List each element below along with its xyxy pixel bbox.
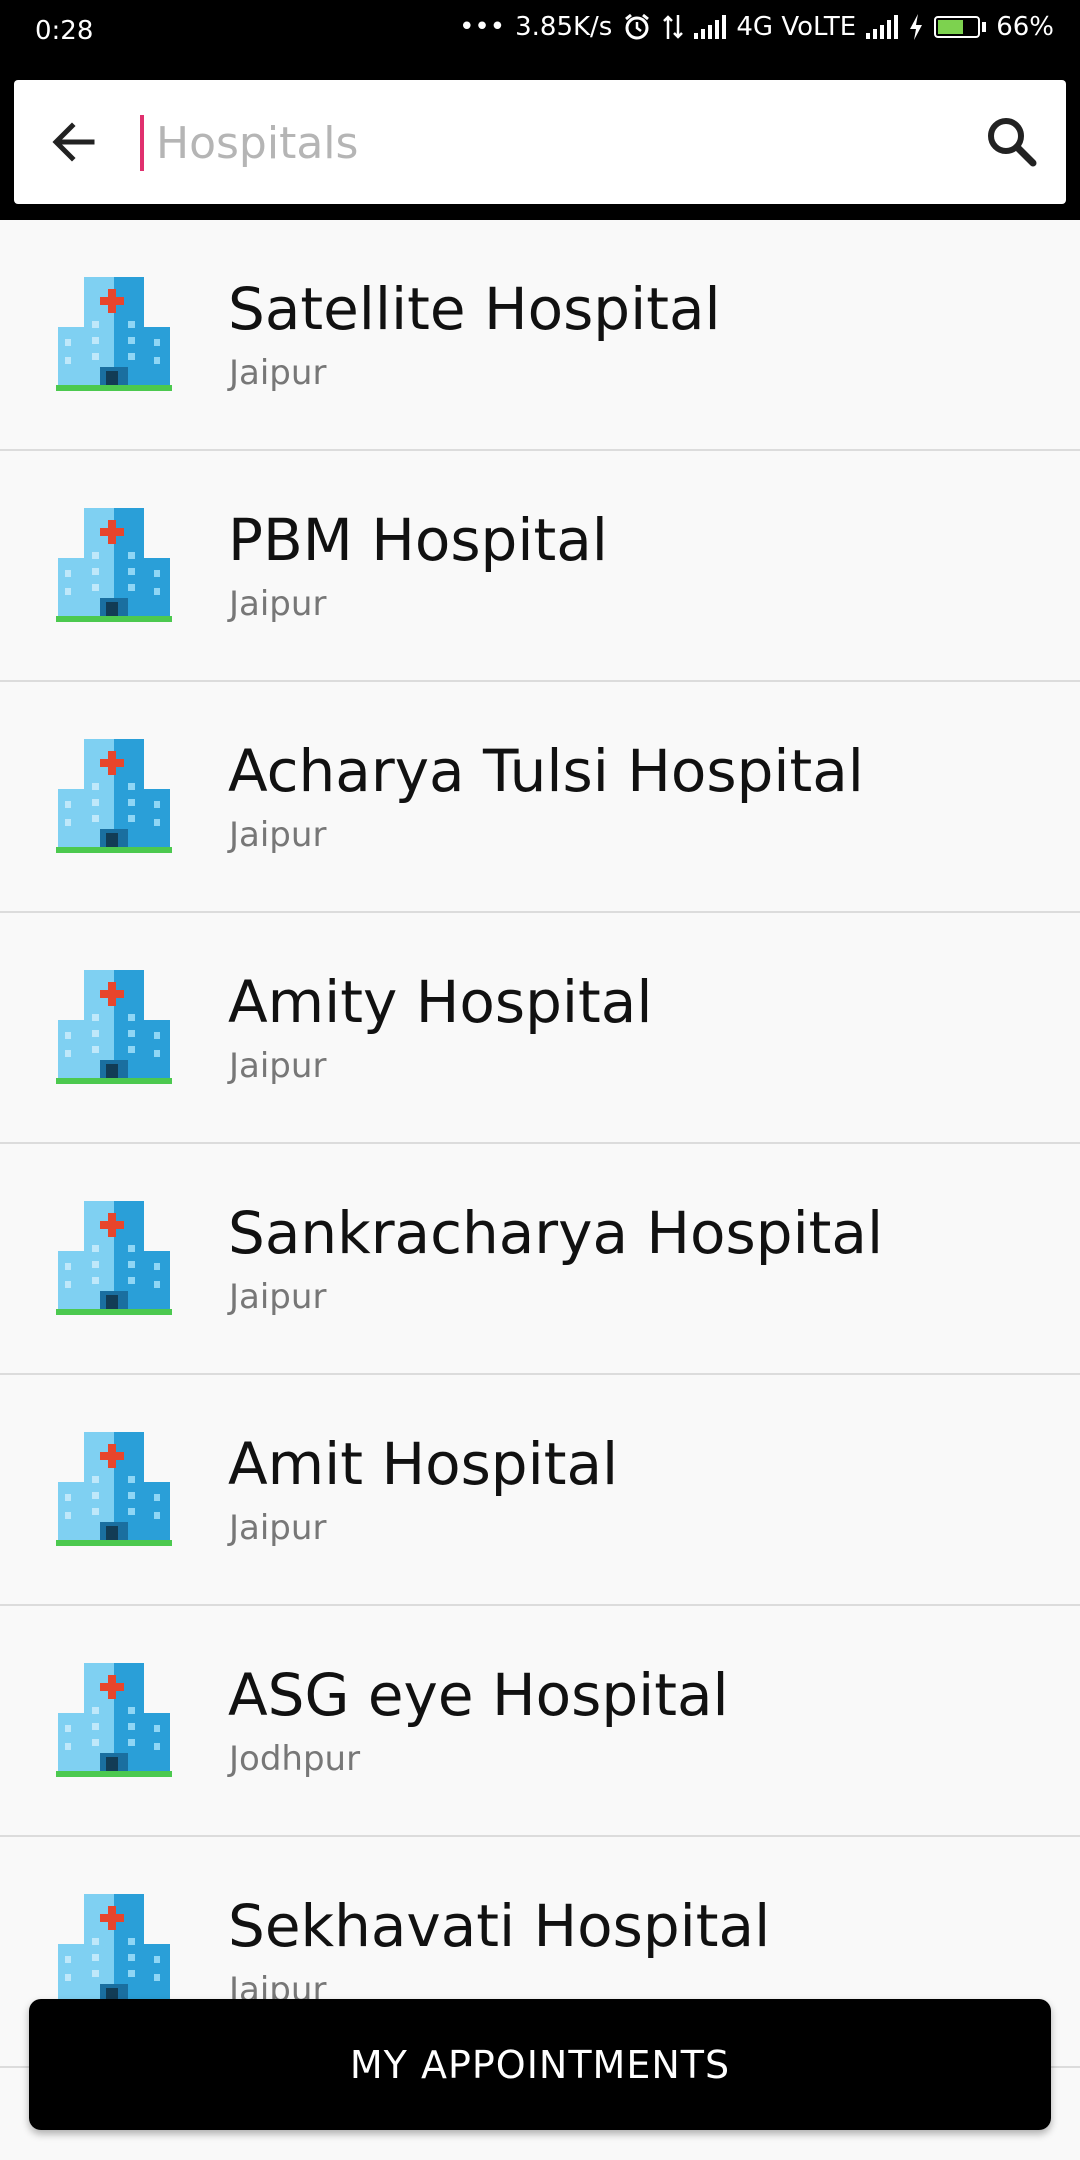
dots-icon: ••• <box>459 12 506 42</box>
hospital-city: Jodhpur <box>229 1739 361 1779</box>
hospital-name: Acharya Tulsi Hospital <box>228 737 864 805</box>
hospital-list-item[interactable]: PBM Hospital Jaipur <box>0 451 1080 682</box>
hospital-name: PBM Hospital <box>228 506 608 574</box>
hospital-city: Jaipur <box>229 815 327 855</box>
net-speed: 3.85K/s <box>515 12 613 42</box>
status-time: 0:28 <box>35 16 94 46</box>
signal-icon <box>694 15 727 39</box>
alarm-icon <box>622 12 652 42</box>
data-arrows-icon <box>662 13 684 41</box>
arrow-left-icon[interactable] <box>46 114 102 170</box>
status-bar: 0:28 ••• 3.85K/s 4G VoLTE 66% <box>0 0 1080 64</box>
hospital-list-item[interactable]: ASG eye Hospital Jodhpur <box>0 1606 1080 1837</box>
network-label: 4G VoLTE <box>736 12 857 42</box>
search-input[interactable] <box>154 102 958 184</box>
hospital-city: Jaipur <box>229 1277 327 1317</box>
my-appointments-button[interactable]: MY APPOINTMENTS <box>29 1999 1051 2130</box>
hospital-building-icon <box>56 1199 172 1317</box>
magnifier-icon[interactable] <box>980 110 1044 174</box>
search-header <box>0 64 1080 220</box>
hospital-building-icon <box>56 275 172 393</box>
search-bar <box>14 80 1066 204</box>
battery-percent: 66% <box>996 12 1054 42</box>
hospital-building-icon <box>56 1892 172 2010</box>
hospital-city: Jaipur <box>229 1046 327 1086</box>
hospital-name: Amity Hospital <box>228 968 653 1036</box>
hospital-name: Sekhavati Hospital <box>228 1892 771 1960</box>
signal-icon <box>866 15 899 39</box>
hospital-building-icon <box>56 968 172 1086</box>
hospital-building-icon <box>56 1430 172 1548</box>
hospital-name: ASG eye Hospital <box>228 1661 729 1729</box>
hospital-list: Satellite Hospital Jaipur PBM Hospital J… <box>0 220 1080 2068</box>
hospital-list-item[interactable]: Satellite Hospital Jaipur <box>0 220 1080 451</box>
hospital-city: Jaipur <box>229 353 327 393</box>
charging-icon <box>908 13 924 41</box>
hospital-building-icon <box>56 1661 172 1779</box>
hospital-building-icon <box>56 506 172 624</box>
hospital-name: Amit Hospital <box>228 1430 619 1498</box>
hospital-name: Satellite Hospital <box>228 275 721 343</box>
hospital-list-item[interactable]: Amit Hospital Jaipur <box>0 1375 1080 1606</box>
text-cursor <box>140 115 144 171</box>
hospital-city: Jaipur <box>229 584 327 624</box>
hospital-name: Sankracharya Hospital <box>228 1199 884 1267</box>
hospital-building-icon <box>56 737 172 855</box>
hospital-list-item[interactable]: Amity Hospital Jaipur <box>0 913 1080 1144</box>
hospital-city: Jaipur <box>229 1508 327 1548</box>
hospital-list-item[interactable]: Sankracharya Hospital Jaipur <box>0 1144 1080 1375</box>
battery-icon <box>934 16 987 38</box>
status-icons: ••• 3.85K/s 4G VoLTE 66% <box>459 12 1054 42</box>
hospital-list-item[interactable]: Acharya Tulsi Hospital Jaipur <box>0 682 1080 913</box>
